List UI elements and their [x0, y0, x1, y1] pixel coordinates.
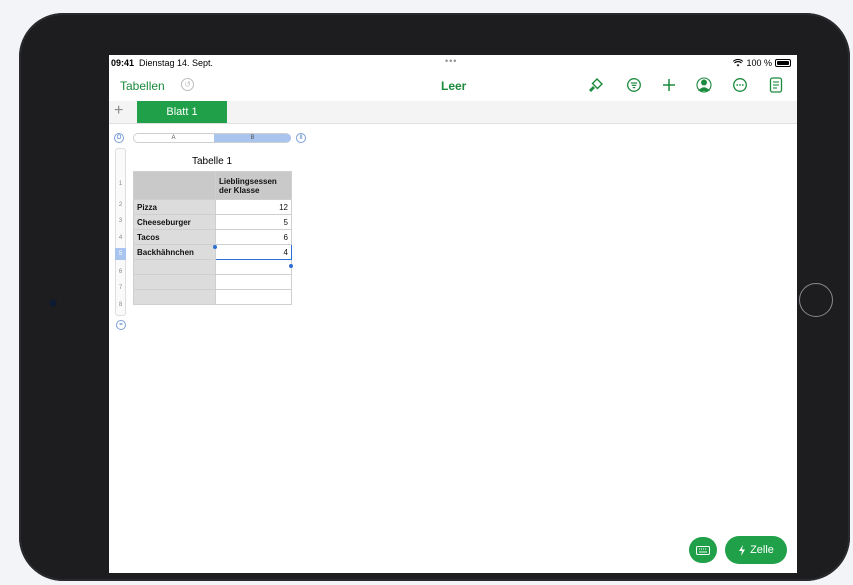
multitasking-dots[interactable]: ••• [445, 56, 457, 66]
sort-filter-icon[interactable] [625, 76, 643, 94]
row-number[interactable]: 1 [115, 181, 126, 187]
table-cell[interactable]: 12 [215, 199, 292, 215]
front-camera [50, 300, 56, 306]
table-cell[interactable] [215, 274, 292, 290]
status-time: 09:41 [111, 58, 135, 68]
row-number[interactable]: 8 [115, 302, 126, 308]
table-cell[interactable] [215, 289, 292, 305]
wifi-icon [733, 59, 744, 67]
selection-handle-bottom[interactable] [289, 264, 293, 268]
table-cell[interactable]: 5 [215, 214, 292, 230]
table-cell[interactable] [133, 274, 216, 290]
numbers-screen: 09:41 Dienstag 14. Sept. ••• 100 % Tabel… [109, 55, 797, 573]
status-date: Dienstag 14. Sept. [139, 58, 214, 68]
table-title[interactable]: Tabelle 1 [133, 156, 291, 167]
home-button[interactable] [799, 283, 833, 317]
data-table: Lieblingsessen der Klasse Pizza 12 Chees… [133, 171, 292, 305]
row-number[interactable]: 2 [115, 202, 126, 208]
select-all-handle[interactable]: O [114, 133, 124, 143]
table-cell[interactable]: Pizza [133, 199, 216, 215]
keyboard-button[interactable] [689, 537, 717, 563]
row-number-selected[interactable]: 5 [115, 248, 126, 260]
cell-format-label: Zelle [750, 544, 774, 556]
add-plus-icon[interactable] [660, 76, 678, 94]
table-cell[interactable]: Tacos [133, 229, 216, 245]
lightning-icon [739, 544, 746, 556]
keyboard-icon [696, 545, 710, 555]
table-row: Tacos 6 [133, 229, 292, 245]
table-row: Cheeseburger 5 [133, 214, 292, 230]
battery-percent: 100 % [746, 58, 772, 68]
sheet-tab-bar: + Blatt 1 [109, 101, 797, 124]
table-cell[interactable] [133, 171, 216, 200]
document-view-icon[interactable] [767, 76, 785, 94]
table-row [133, 259, 292, 275]
selected-cell[interactable]: 4 [215, 244, 292, 260]
status-right: 100 % [733, 58, 791, 68]
table-row: Lieblingsessen der Klasse [133, 171, 292, 200]
status-bar: 09:41 Dienstag 14. Sept. ••• 100 % [109, 55, 797, 69]
column-header-a[interactable]: A [133, 134, 214, 142]
collaborate-icon[interactable] [695, 76, 713, 94]
back-to-spreadsheets-button[interactable]: Tabellen [120, 79, 165, 93]
table-row [133, 274, 292, 290]
cell-format-button[interactable]: Zelle [725, 536, 787, 564]
row-number[interactable]: 4 [115, 235, 126, 241]
table-header-cell[interactable]: Lieblingsessen der Klasse [215, 171, 292, 200]
table-cell[interactable] [133, 289, 216, 305]
row-number[interactable]: 7 [115, 285, 126, 291]
column-header-b[interactable]: B [214, 134, 291, 142]
add-row-handle[interactable]: = [116, 320, 126, 330]
column-resize-handle[interactable]: II [296, 133, 306, 143]
table-cell[interactable] [133, 259, 216, 275]
more-options-icon[interactable] [731, 76, 749, 94]
document-title[interactable]: Leer [441, 79, 466, 93]
table-cell[interactable]: Cheeseburger [133, 214, 216, 230]
battery-icon [775, 59, 791, 67]
table-cell[interactable]: Backhähnchen [133, 244, 216, 260]
format-brush-icon[interactable] [587, 76, 605, 94]
table-row [133, 289, 292, 305]
row-number[interactable]: 6 [115, 269, 126, 275]
table-cell[interactable] [215, 259, 292, 275]
row-number[interactable]: 3 [115, 218, 126, 224]
table-cell[interactable]: 6 [215, 229, 292, 245]
toolbar: Tabellen ↺ Leer [109, 71, 797, 101]
table-row: Pizza 12 [133, 199, 292, 215]
ipad-frame: 09:41 Dienstag 14. Sept. ••• 100 % Tabel… [19, 13, 850, 581]
selection-handle-top[interactable] [213, 245, 217, 249]
add-sheet-button[interactable]: + [114, 102, 123, 120]
undo-icon[interactable]: ↺ [181, 78, 194, 91]
tab-blatt-1[interactable]: Blatt 1 [137, 101, 227, 123]
